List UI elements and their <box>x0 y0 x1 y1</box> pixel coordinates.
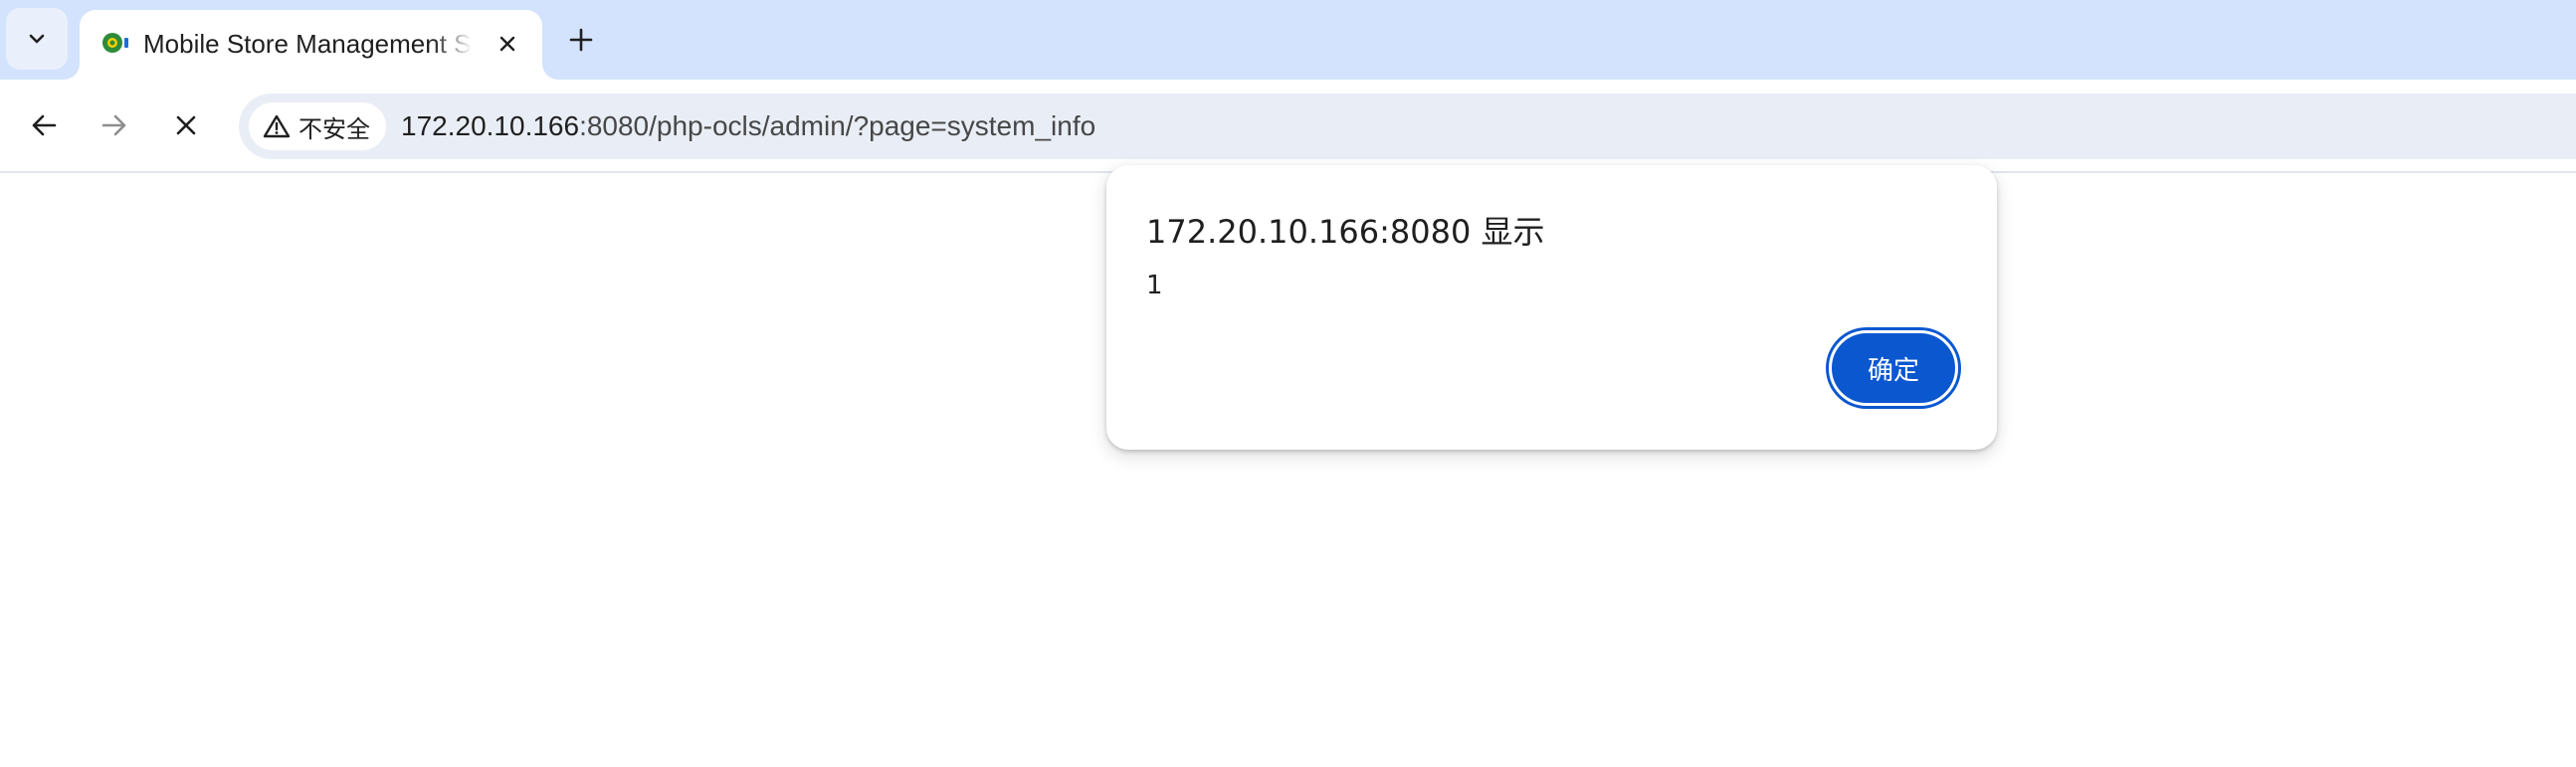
tab-title: Mobile Store Management System <box>143 29 472 59</box>
active-tab[interactable]: Mobile Store Management System <box>80 10 542 80</box>
ok-button[interactable]: 确定 <box>1829 330 1958 406</box>
dialog-title: 172.20.10.166:8080 显示 <box>1146 213 1545 251</box>
back-button[interactable] <box>22 103 66 147</box>
tab-close-button[interactable] <box>488 24 527 64</box>
forward-button[interactable] <box>93 103 136 147</box>
dialog-message: 1 <box>1146 271 1163 300</box>
url-text[interactable]: 172.20.10.166:8080/php-ocls/admin/?page=… <box>401 94 1095 159</box>
tab-strip: Mobile Store Management System <box>0 0 2576 80</box>
address-bar[interactable]: 不安全 172.20.10.166:8080/php-ocls/admin/?p… <box>239 94 2576 159</box>
arrow-right-icon <box>101 114 126 136</box>
browser-toolbar: 不安全 172.20.10.166:8080/php-ocls/admin/?p… <box>0 80 2576 173</box>
chevron-down-icon <box>29 34 45 44</box>
stop-loading-button[interactable] <box>164 103 208 147</box>
security-label: 不安全 <box>298 114 370 143</box>
tab-search-button[interactable] <box>6 8 68 70</box>
close-icon <box>176 115 196 135</box>
security-chip[interactable]: 不安全 <box>249 102 386 150</box>
alert-dialog: 172.20.10.166:8080 显示 1 确定 <box>1106 165 1997 450</box>
warning-triangle-icon <box>263 114 291 138</box>
site-favicon <box>102 33 128 53</box>
url-path: :8080/php-ocls/admin/?page=system_info <box>579 110 1096 141</box>
url-host: 172.20.10.166 <box>401 110 580 141</box>
close-icon <box>499 36 515 52</box>
arrow-left-icon <box>32 114 57 136</box>
plus-icon <box>569 28 593 52</box>
new-tab-button[interactable] <box>559 18 603 62</box>
